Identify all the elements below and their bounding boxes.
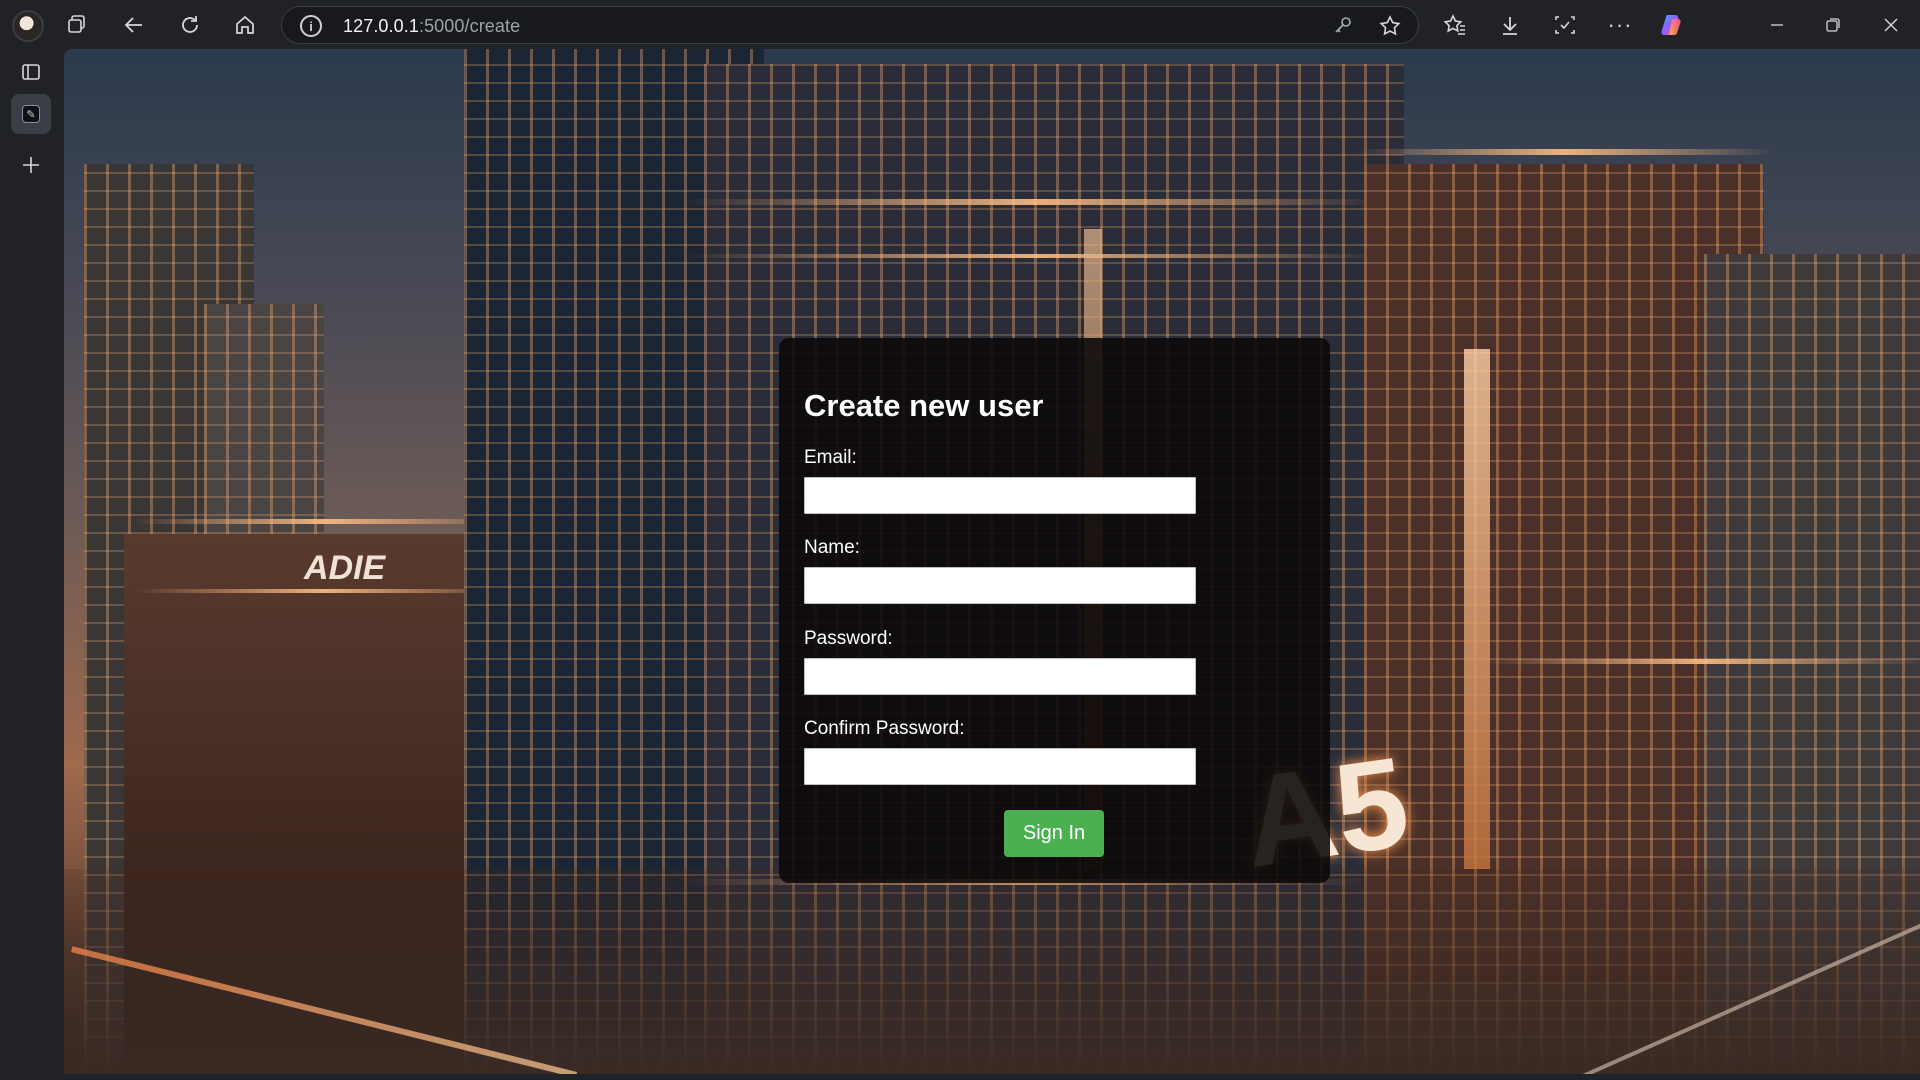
confirm-password-label: Confirm Password:: [804, 718, 965, 739]
email-label: Email:: [804, 447, 857, 468]
active-tab-icon[interactable]: ✎: [11, 94, 51, 134]
restore-icon[interactable]: [1813, 5, 1853, 45]
browser-toolbar: i 127.0.0.1:5000/create ···: [0, 0, 1920, 49]
copilot-icon[interactable]: [1652, 5, 1692, 45]
more-icon[interactable]: ···: [1600, 5, 1640, 45]
email-field[interactable]: [804, 477, 1196, 514]
minimize-icon[interactable]: [1757, 5, 1797, 45]
address-bar[interactable]: i 127.0.0.1:5000/create: [281, 6, 1419, 44]
page-viewport: ADIE A5 Create new user Email: Name: Pas…: [64, 49, 1920, 1074]
refresh-icon[interactable]: [170, 5, 210, 45]
name-label: Name:: [804, 537, 860, 558]
confirm-password-field[interactable]: [804, 748, 1196, 785]
new-tab-icon[interactable]: [11, 145, 51, 185]
close-icon[interactable]: [1871, 5, 1911, 45]
url-text[interactable]: 127.0.0.1:5000/create: [343, 16, 520, 37]
download-icon[interactable]: [1490, 5, 1530, 45]
favorite-star-icon[interactable]: [1378, 14, 1402, 38]
site-info-icon[interactable]: i: [300, 15, 322, 37]
password-field[interactable]: [804, 658, 1196, 695]
name-field[interactable]: [804, 567, 1196, 604]
sign-in-button[interactable]: Sign In: [1004, 810, 1104, 857]
vertical-tabs-sidebar: ✎: [0, 49, 64, 1080]
profile-avatar[interactable]: [12, 10, 44, 42]
create-user-form: Create new user Email: Name: Password: C…: [779, 338, 1330, 883]
workspaces-icon[interactable]: [57, 5, 97, 45]
screenshot-icon[interactable]: [1545, 5, 1585, 45]
back-icon[interactable]: [114, 5, 154, 45]
neon-sign-left: ADIE: [304, 549, 386, 587]
home-icon[interactable]: [225, 5, 265, 45]
tab-actions-icon[interactable]: [11, 52, 51, 92]
form-title: Create new user: [804, 388, 1044, 423]
favorites-icon[interactable]: [1435, 5, 1475, 45]
password-label: Password:: [804, 628, 893, 649]
password-key-icon[interactable]: [1332, 14, 1354, 36]
